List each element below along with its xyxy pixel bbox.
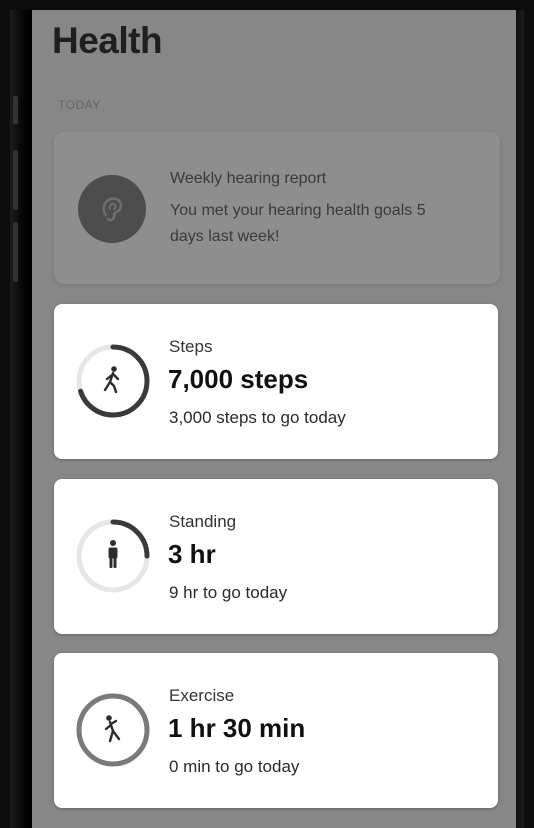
steps-progress-ring: [76, 344, 150, 418]
standing-value: 3 hr: [168, 539, 216, 569]
exercise-progress-ring: [76, 693, 150, 767]
phone-frame: Health TODAY Weekly hearing report You m…: [0, 0, 534, 828]
exercise-card[interactable]: Exercise 1 hr 30 min 0 min to go today: [54, 653, 498, 808]
exercise-remaining: 0 min to go today: [169, 757, 300, 776]
standing-progress-ring: [76, 519, 150, 593]
volume-up-button: [13, 150, 18, 210]
standing-label: Standing: [169, 512, 237, 531]
steps-value: 7,000 steps: [168, 364, 309, 394]
volume-down-button: [13, 222, 18, 282]
hearing-report-title: Weekly hearing report: [170, 170, 327, 187]
exercise-icon: [104, 715, 121, 743]
exercise-label: Exercise: [169, 686, 235, 705]
phone-bezel-left: [10, 10, 32, 828]
screen: Health TODAY Weekly hearing report You m…: [32, 10, 516, 828]
standing-remaining: 9 hr to go today: [169, 583, 288, 602]
exercise-value: 1 hr 30 min: [168, 713, 306, 743]
steps-label: Steps: [169, 337, 213, 356]
section-label-today: TODAY: [58, 98, 101, 112]
standing-card[interactable]: Standing 3 hr 9 hr to go today: [54, 479, 498, 634]
standing-person-icon: [108, 540, 118, 568]
hearing-report-body: You met your hearing health goals 5 days…: [170, 202, 426, 245]
steps-card[interactable]: Steps 7,000 steps 3,000 steps to go toda…: [54, 304, 498, 459]
walking-icon: [103, 366, 120, 394]
mute-switch: [13, 96, 18, 124]
page-title: Health: [52, 20, 163, 61]
ear-icon: [78, 175, 146, 243]
steps-remaining: 3,000 steps to go today: [169, 408, 346, 427]
hearing-report-card: Weekly hearing report You met your heari…: [54, 132, 500, 284]
